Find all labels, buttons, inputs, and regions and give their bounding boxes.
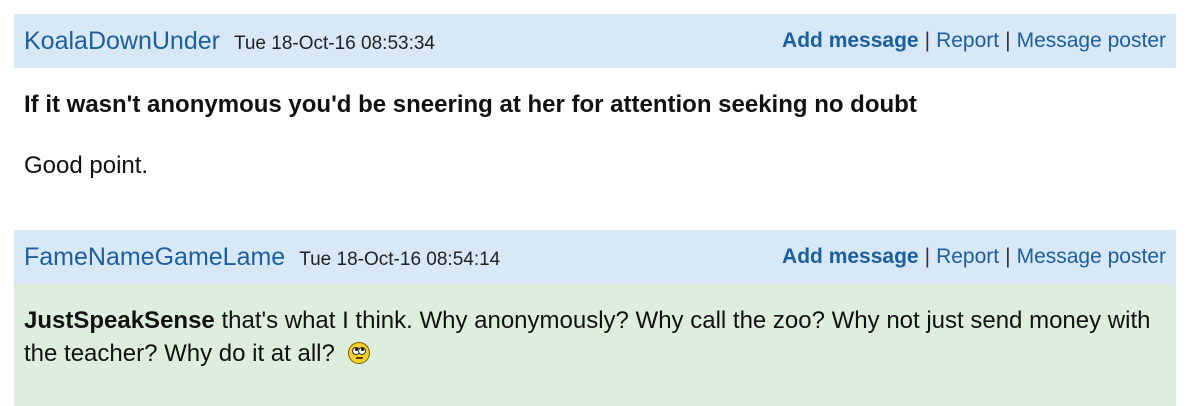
timestamp: Tue 18-Oct-16 08:53:34 xyxy=(233,32,435,54)
timestamp: Tue 18-Oct-16 08:54:14 xyxy=(299,248,501,270)
mentioned-username: JustSpeakSense xyxy=(24,307,215,334)
post-actions: Add message | Report | Message poster xyxy=(782,29,1166,53)
post: KoalaDownUnder Tue 18-Oct-16 08:53:34 Ad… xyxy=(14,14,1176,230)
post-body: If it wasn't anonymous you'd be sneering… xyxy=(14,68,1176,230)
add-message-link[interactable]: Add message xyxy=(782,29,919,52)
post-body: JustSpeakSense that's what I think. Why … xyxy=(14,284,1176,406)
post-text: Good point. xyxy=(24,152,149,179)
separator: | xyxy=(1005,245,1011,268)
report-link[interactable]: Report xyxy=(936,245,999,268)
post-header: FameNameGameLame Tue 18-Oct-16 08:54:14 … xyxy=(14,230,1176,284)
username[interactable]: FameNameGameLame xyxy=(24,243,285,272)
add-message-link[interactable]: Add message xyxy=(782,245,919,268)
post-header: KoalaDownUnder Tue 18-Oct-16 08:53:34 Ad… xyxy=(14,14,1176,68)
post-actions: Add message | Report | Message poster xyxy=(782,245,1166,269)
quoted-text: If it wasn't anonymous you'd be sneering… xyxy=(24,91,917,118)
separator: | xyxy=(924,245,931,268)
username[interactable]: KoalaDownUnder xyxy=(24,27,220,56)
message-poster-link[interactable]: Message poster xyxy=(1017,29,1166,52)
post: FameNameGameLame Tue 18-Oct-16 08:54:14 … xyxy=(14,230,1176,406)
report-link[interactable]: Report xyxy=(936,29,999,52)
separator: | xyxy=(1005,29,1011,52)
message-poster-link[interactable]: Message poster xyxy=(1017,245,1166,268)
separator: | xyxy=(924,29,931,52)
rolling-eyes-smiley-icon xyxy=(347,342,370,364)
